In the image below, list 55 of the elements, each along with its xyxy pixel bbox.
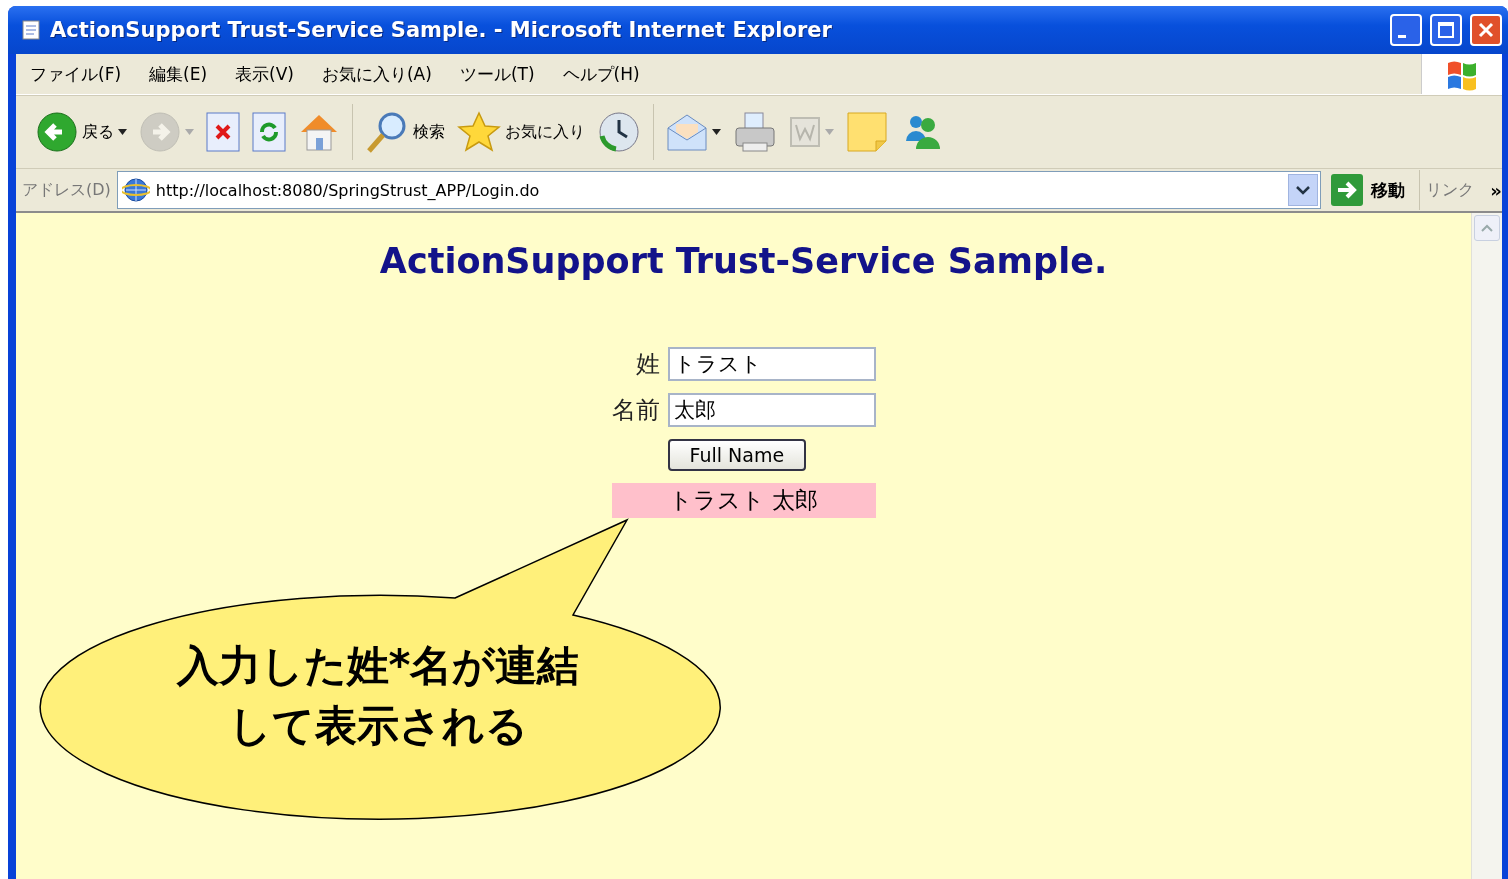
- search-button[interactable]: 検索: [365, 110, 445, 154]
- menu-item[interactable]: 編集(E): [135, 62, 222, 86]
- address-label: アドレス(D): [22, 179, 111, 201]
- arrow-left-icon: [36, 111, 78, 153]
- chevron-down-icon: [1296, 185, 1311, 195]
- menu-item[interactable]: ヘルプ(H): [548, 62, 654, 86]
- result-text: トラスト 太郎: [611, 483, 876, 518]
- back-button[interactable]: 戻る: [36, 111, 127, 153]
- envelope-icon: [666, 112, 708, 152]
- callout-text: 入力した姓*名が連結 して表示される: [175, 640, 581, 752]
- caret-icon: [185, 129, 194, 135]
- input-field[interactable]: 太郎: [667, 393, 876, 427]
- refresh-icon: [252, 112, 286, 152]
- page-icon: [20, 19, 42, 41]
- chevron-up-icon: [1481, 224, 1493, 232]
- caret-icon: [712, 129, 721, 135]
- links-label[interactable]: リンク: [1426, 179, 1475, 201]
- window-title: ActionSupport Trust-Service Sample. - Microsoft Internet Explorer: [50, 18, 833, 42]
- menu-item[interactable]: ファイル(F): [16, 62, 136, 86]
- print-button[interactable]: [733, 110, 777, 154]
- field-label: 姓: [635, 349, 660, 380]
- chevron-button[interactable]: »: [1490, 179, 1502, 201]
- field-label: 名前: [611, 395, 660, 426]
- arrow-right-icon: [1331, 174, 1364, 206]
- address-field[interactable]: http://localhost:8080/SpringStrust_APP/Login.do: [116, 171, 1322, 209]
- mail-button[interactable]: [666, 112, 721, 152]
- caret-icon: [118, 129, 127, 135]
- clock-icon: [597, 110, 641, 154]
- document-icon: [789, 116, 821, 148]
- input-field[interactable]: トラスト: [667, 347, 876, 381]
- full-name-button[interactable]: Full Name: [667, 439, 807, 471]
- menu-item[interactable]: 表示(V): [221, 62, 308, 86]
- scroll-up-button[interactable]: [1474, 215, 1500, 241]
- maximize-icon: [1436, 20, 1456, 40]
- minimize-button[interactable]: [1390, 14, 1422, 46]
- caret-icon: [825, 129, 834, 135]
- close-icon: [1476, 20, 1496, 40]
- refresh-button[interactable]: [252, 112, 286, 152]
- page-heading: ActionSupport Trust-Service Sample.: [379, 241, 1108, 281]
- menu-item[interactable]: ツール(T): [445, 62, 549, 86]
- star-icon: [457, 111, 501, 153]
- dropdown-button[interactable]: [1288, 174, 1319, 206]
- maximize-button[interactable]: [1430, 14, 1462, 46]
- go-button[interactable]: 移動: [1327, 170, 1421, 210]
- note-icon: [846, 111, 888, 153]
- stop-icon: [206, 112, 240, 152]
- close-button[interactable]: [1470, 14, 1502, 46]
- arrow-right-icon: [139, 111, 181, 153]
- printer-icon: [733, 110, 777, 154]
- menu-item[interactable]: お気に入り(A): [307, 62, 446, 86]
- minimize-icon: [1398, 34, 1406, 38]
- stop-button[interactable]: [206, 112, 240, 152]
- favorites-button[interactable]: お気に入り: [457, 111, 585, 153]
- globe-icon: [121, 176, 150, 204]
- history-button[interactable]: [597, 110, 641, 154]
